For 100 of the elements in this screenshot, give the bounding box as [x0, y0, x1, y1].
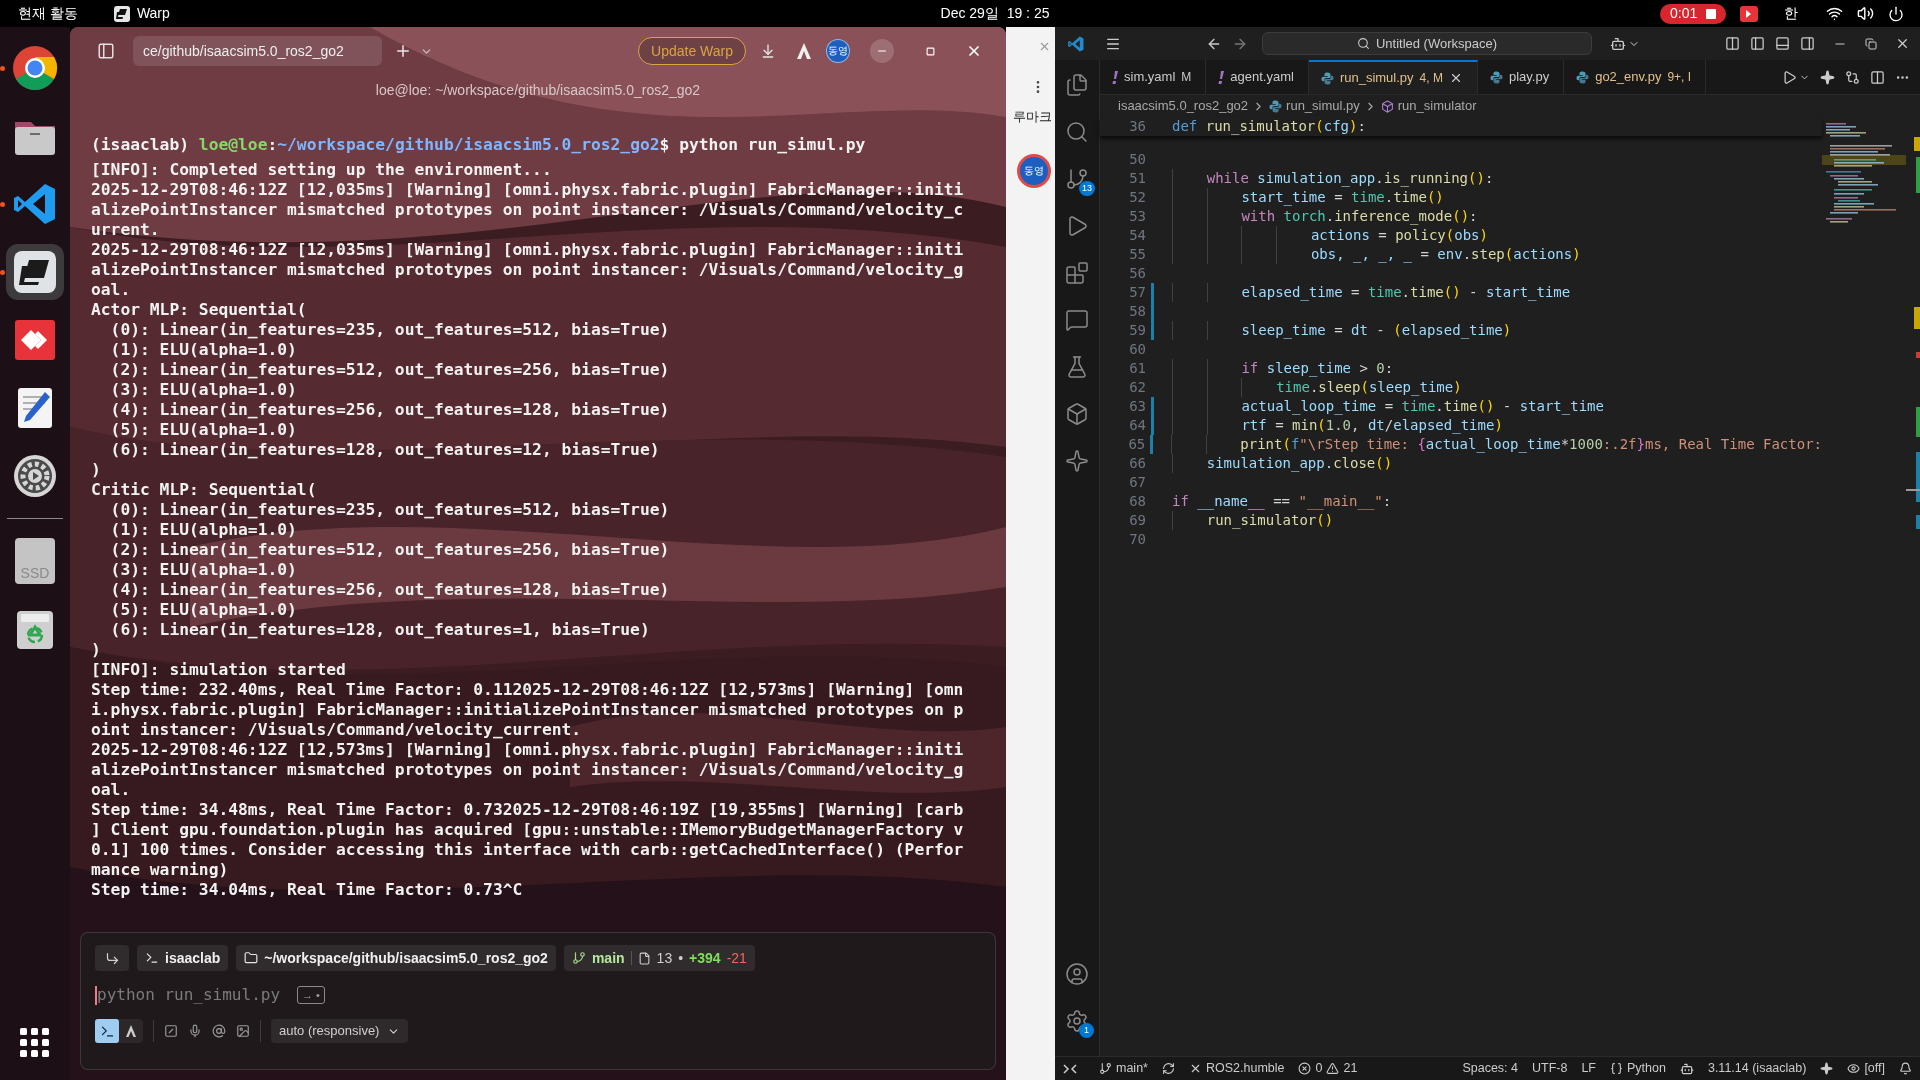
- tracking-status[interactable]: [off]: [1864, 1059, 1885, 1078]
- terminal-line: 2025-12-29T08:46:12Z [12,035ms] [Warning] [omni.physx.fabric.plugin] FabricManager::initi: [91, 180, 965, 200]
- minimize-button[interactable]: [870, 39, 894, 63]
- branch-name[interactable]: main*: [1116, 1059, 1148, 1078]
- cube-icon[interactable]: [1065, 402, 1089, 426]
- line-number: 52: [1128, 188, 1146, 207]
- terminal-line: (6): Linear(in_features=128, out_features=1, bias=True): [109, 620, 651, 640]
- compare-icon[interactable]: [1845, 69, 1860, 85]
- ros-environment[interactable]: ROS2.humble: [1205, 1059, 1285, 1078]
- copilot-icon[interactable]: [1610, 35, 1626, 52]
- sidebar-toggle-icon[interactable]: [97, 42, 115, 60]
- panel-toggle-icon[interactable]: [1775, 36, 1790, 51]
- directory-chip[interactable]: ~/workspace/github/isaacsim5.0_ros2_go2: [236, 945, 556, 971]
- app-grid-icon[interactable]: [20, 1028, 50, 1058]
- power-icon[interactable]: [1888, 5, 1905, 22]
- layout-icon[interactable]: [1725, 36, 1740, 51]
- line-number: 51: [1128, 169, 1146, 188]
- flask-icon[interactable]: [1065, 355, 1089, 379]
- dock-button[interactable]: [6, 244, 64, 300]
- tab-label: go2_env.py: [1595, 68, 1662, 87]
- volume-icon[interactable]: [1857, 5, 1875, 22]
- line-number: 59: [1128, 321, 1146, 340]
- sparkle-icon[interactable]: [1820, 1062, 1834, 1075]
- input-method-indicator[interactable]: 한: [1784, 3, 1799, 24]
- terminal-line: (2): Linear(in_features=512, out_features=256, bias=True): [109, 360, 671, 380]
- terminal-line: Actor MLP: Sequential(: [91, 300, 308, 320]
- sparkle-icon[interactable]: [1065, 449, 1089, 473]
- branch-icon: [1099, 1062, 1112, 1075]
- mention-icon[interactable]: [212, 1024, 226, 1038]
- secondary-sidebar-icon[interactable]: [1800, 36, 1815, 51]
- remote-icon[interactable]: [1063, 1061, 1077, 1076]
- git-status-chip[interactable]: main 13 • +394 -21: [563, 945, 755, 971]
- error-count[interactable]: 0: [1315, 1059, 1323, 1078]
- microphone-icon[interactable]: [188, 1024, 202, 1038]
- warning-count[interactable]: 21: [1343, 1059, 1358, 1078]
- return-button[interactable]: [95, 945, 129, 971]
- restore-icon[interactable]: [1865, 37, 1877, 50]
- environment-name: isaaclab: [165, 948, 221, 968]
- terminal-line: Step time: 232.40ms, Real Time Factor: 0.112025-12-29T08:46:12Z [12,573ms] [Warning] [omn: [91, 680, 965, 700]
- terminal-line: alizePointInstancer mismatched prototypes on point instancer: /Visuals/Command/velocity_g: [91, 760, 965, 780]
- code-line: obs, _, _, _ = env.step(actions): [1172, 245, 1581, 264]
- python-icon: [1489, 70, 1503, 84]
- account-icon[interactable]: [1065, 962, 1089, 986]
- notifications-icon[interactable]: [1899, 1062, 1912, 1075]
- encoding-status[interactable]: UTF-8: [1532, 1059, 1568, 1078]
- breadcrumb-item[interactable]: run_simulator: [1397, 96, 1477, 116]
- sparkle-icon[interactable]: [1820, 69, 1835, 85]
- editor-tab[interactable]: run_simul.py 4, M: [1308, 60, 1478, 94]
- command-input[interactable]: python run_simul.py: [97, 983, 287, 1007]
- run-icon[interactable]: [1782, 69, 1797, 85]
- environment-chip[interactable]: isaaclab: [137, 945, 229, 971]
- search-icon[interactable]: [1065, 120, 1089, 144]
- terminal-line: (0): Linear(in_features=235, out_features=512, bias=True): [109, 320, 671, 340]
- close-icon[interactable]: [1895, 36, 1910, 51]
- activities-button[interactable]: 현재 활동: [18, 3, 78, 24]
- terminal-line: (0): Linear(in_features=235, out_features=512, bias=True): [109, 500, 671, 520]
- terminal-line: ] Client gpu.foundation.plugin has acquired [gpu::unstable::IMemoryBudgetManagerFactory v: [91, 820, 965, 840]
- files-icon[interactable]: [1065, 73, 1089, 97]
- code-line: actual_loop_time = time.time() - start_time: [1172, 397, 1604, 416]
- breadcrumb-item[interactable]: isaacsim5.0_ros2_go2: [1118, 96, 1249, 116]
- drive-label: SSD: [20, 566, 50, 580]
- breadcrumb-item[interactable]: run_simul.py: [1286, 96, 1360, 116]
- terminal-line: (1): ELU(alpha=1.0): [109, 340, 298, 360]
- copilot-icon[interactable]: [1679, 1061, 1694, 1076]
- line-ending-status[interactable]: LF: [1581, 1059, 1596, 1078]
- bookmark-label: 루마크: [1013, 108, 1052, 126]
- extensions-icon[interactable]: [1065, 261, 1089, 285]
- terminal-line: Step time: 34.48ms, Real Time Factor: 0.732025-12-29T08:46:19Z [19,355ms] [Warning] [carb: [91, 800, 965, 820]
- terminal-line: (3): ELU(alpha=1.0): [109, 380, 298, 400]
- profile-badge[interactable]: 동영: [1016, 153, 1051, 188]
- recording-time: 0:01: [1670, 4, 1698, 23]
- split-editor-icon[interactable]: [1870, 69, 1885, 85]
- indentation-status[interactable]: Spaces: 4: [1462, 1059, 1518, 1078]
- changed-files-count: 13: [656, 948, 673, 968]
- tab-status: 9+, I: [1667, 69, 1692, 86]
- download-icon[interactable]: [760, 43, 776, 59]
- interpreter-status[interactable]: 3.11.14 (isaaclab): [1707, 1059, 1807, 1078]
- code-line: simulation_app.close(): [1172, 454, 1393, 473]
- command-center-search[interactable]: Untitled (Workspace): [1262, 32, 1592, 55]
- line-number: 56: [1128, 264, 1146, 283]
- slash-command-icon[interactable]: [164, 1024, 178, 1038]
- sidebar-toggle-icon[interactable]: [1750, 36, 1765, 51]
- new-tab-icon[interactable]: [394, 42, 412, 60]
- clock[interactable]: Dec 29일 19 : 25: [940, 5, 1050, 21]
- agent-icon[interactable]: [796, 42, 812, 60]
- terminal-line: (3): ELU(alpha=1.0): [109, 560, 298, 580]
- settings-icon[interactable]: [1065, 1009, 1089, 1033]
- recording-indicator[interactable]: 0:01: [1660, 3, 1727, 24]
- model-dropdown[interactable]: auto (responsive): [271, 1019, 409, 1043]
- language-status[interactable]: Python: [1627, 1059, 1666, 1078]
- terminal-tab[interactable]: ce/github/isaacsim5.0_ros2_go2: [133, 36, 382, 66]
- update-button[interactable]: Update Warp: [638, 37, 746, 65]
- chat-icon[interactable]: [1065, 308, 1089, 332]
- sync-icon[interactable]: [1161, 1062, 1175, 1075]
- exclamation-icon: [1218, 70, 1225, 84]
- image-icon[interactable]: [236, 1024, 250, 1038]
- wifi-icon[interactable]: [1826, 5, 1844, 22]
- terminal-mode-button[interactable]: [95, 1019, 119, 1043]
- app-name[interactable]: Warp: [136, 3, 170, 24]
- search-label: Untitled (Workspace): [1375, 34, 1498, 53]
